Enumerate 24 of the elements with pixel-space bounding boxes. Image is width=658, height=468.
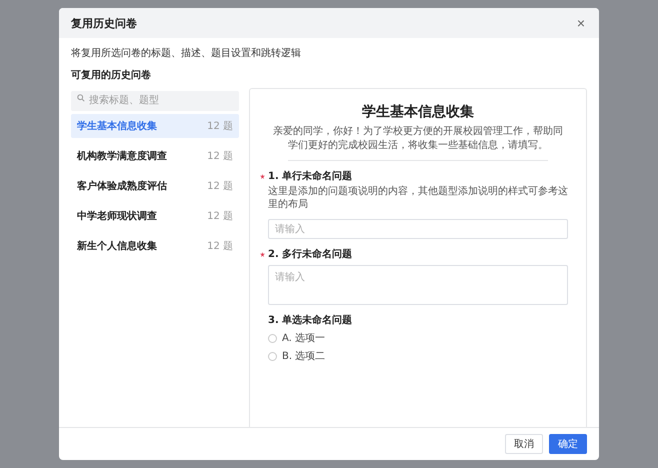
survey-item[interactable]: 客户体验成熟度评估 12 题	[71, 174, 239, 198]
close-button[interactable]: ×	[574, 15, 587, 31]
survey-item[interactable]: 机构教学满意度调查 12 题	[71, 144, 239, 168]
question-description: 这里是添加的问题项说明的内容，其他题型添加说明的样式可参考这里的布局	[268, 185, 568, 211]
question-title: 1. 单行未命名问题	[268, 170, 352, 183]
survey-item[interactable]: 中学老师现状调查 12 题	[71, 204, 239, 228]
preview-intro: 亲爱的同学，你好！为了学校更方便的开展校园管理工作，帮助同学们更好的完成校园生活，将收集一些基础信息，请填写。	[272, 125, 564, 152]
section-label: 可复用的历史问卷	[70, 68, 152, 83]
radio-button[interactable]	[268, 352, 277, 360]
answer-textarea[interactable]: 请输入	[268, 265, 568, 305]
option-label[interactable]: A. 选项一	[282, 331, 326, 345]
dialog-title: 复用历史问卷	[71, 16, 137, 30]
answer-field[interactable]: 请输入	[268, 219, 568, 239]
confirm-button[interactable]: 确定	[549, 434, 587, 454]
question-title: 3. 单选未命名问题	[268, 314, 352, 327]
question-title: 2. 多行未命名问题	[268, 248, 352, 261]
cancel-button[interactable]: 取消	[505, 434, 543, 454]
search-field[interactable]: 搜索标题、题型	[71, 90, 239, 110]
survey-item[interactable]: 学生基本信息收集 12 题	[71, 114, 239, 138]
radio-button[interactable]	[268, 334, 277, 342]
survey-item[interactable]: 新生个人信息收集 12 题	[71, 234, 239, 258]
dialog-description: 将复用所选问卷的标题、描述、题目设置和跳转逻辑	[70, 46, 302, 61]
option-label[interactable]: B. 选项二	[282, 349, 326, 363]
preview-title: 学生基本信息收集	[361, 103, 475, 121]
